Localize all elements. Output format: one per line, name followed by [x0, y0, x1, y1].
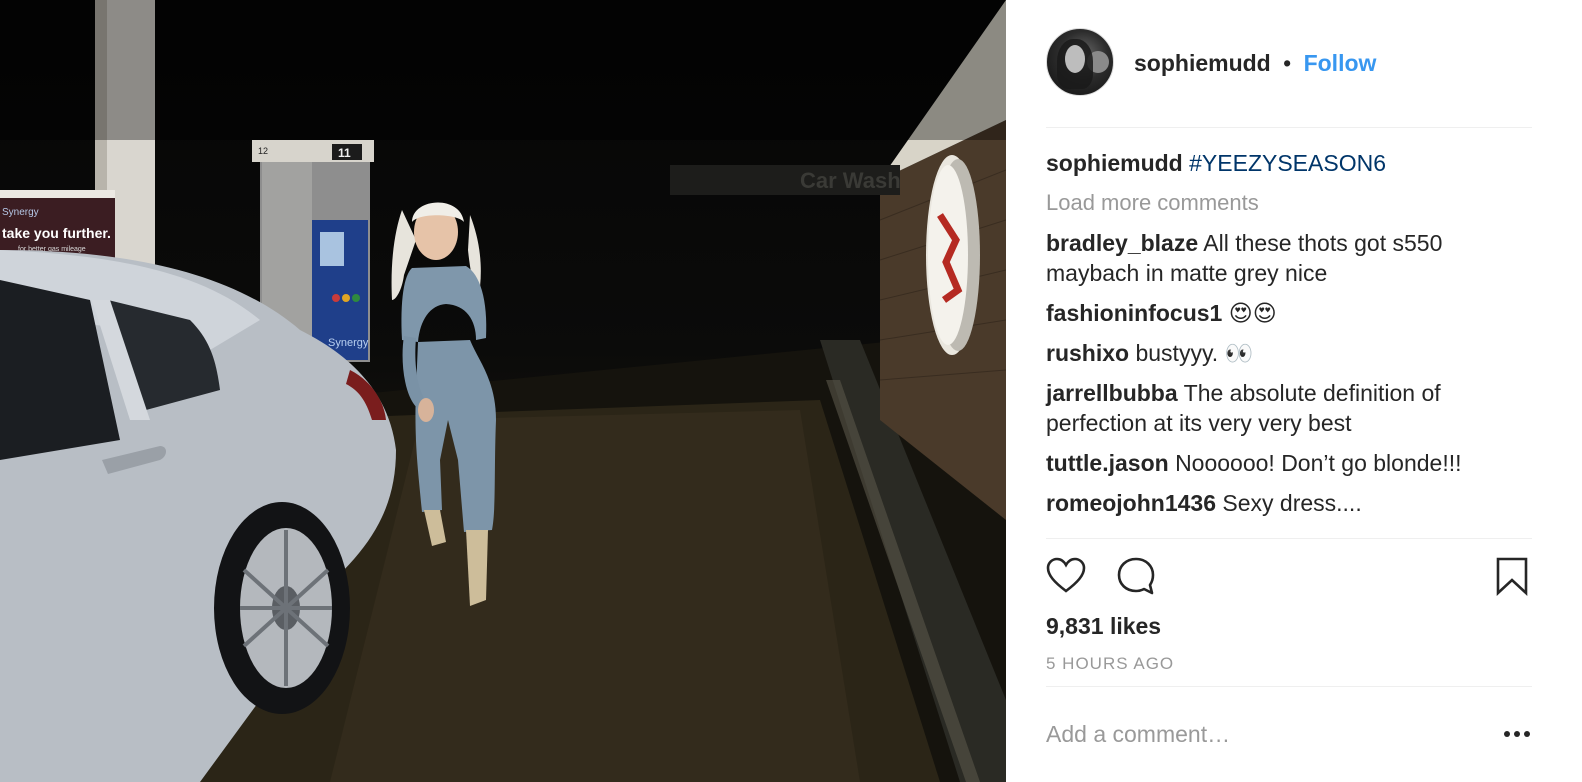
billboard-brand: Synergy — [2, 207, 39, 218]
comment-username[interactable]: fashioninfocus1 — [1046, 300, 1222, 326]
pump-number-left: 12 — [258, 146, 268, 156]
comment-username[interactable]: bradley_blaze — [1046, 230, 1198, 256]
post-side-panel: sophiemudd • Follow sophiemudd #YEEZYSEA… — [1006, 0, 1582, 782]
more-options-icon[interactable] — [1502, 724, 1532, 744]
caption: sophiemudd #YEEZYSEASON6 — [1046, 148, 1532, 178]
comment-text: Sexy dress.... — [1222, 490, 1362, 516]
add-comment-bar — [1046, 712, 1532, 756]
comments-list: sophiemudd #YEEZYSEASON6 Load more comme… — [1046, 148, 1532, 528]
header-separator: • — [1283, 50, 1292, 76]
comment-text: 😍😍 — [1228, 300, 1277, 326]
action-bar — [1046, 556, 1532, 600]
comment-item: jarrellbubba The absolute definition of … — [1046, 378, 1532, 438]
carwash-sign-text: Car Wash — [800, 168, 901, 193]
follow-button[interactable]: Follow — [1304, 50, 1377, 76]
post-timestamp[interactable]: 5 HOURS AGO — [1046, 654, 1174, 674]
comment-username[interactable]: tuttle.jason — [1046, 450, 1169, 476]
comment-username[interactable]: rushixo — [1046, 340, 1129, 366]
comment-text: bustyyy. 👀 — [1135, 340, 1254, 366]
comment-username[interactable]: romeojohn1436 — [1046, 490, 1216, 516]
header-text: sophiemudd • Follow — [1134, 48, 1376, 78]
bookmark-icon[interactable] — [1492, 556, 1532, 596]
comment-item: tuttle.jason Noooooo! Don’t go blonde!!! — [1046, 448, 1532, 478]
photo-scene: Car Wash Synergy take you further. for b… — [0, 0, 1006, 782]
billboard-headline: take you further. — [2, 225, 111, 241]
avatar[interactable] — [1046, 28, 1114, 96]
comment-icon[interactable] — [1116, 556, 1156, 596]
pump-brand: Synergy — [328, 337, 369, 349]
header-username[interactable]: sophiemudd — [1134, 50, 1271, 76]
header-divider — [1046, 127, 1532, 128]
likes-count[interactable]: 9,831 likes — [1046, 611, 1161, 641]
caption-username[interactable]: sophiemudd — [1046, 150, 1183, 176]
post-photo[interactable]: Car Wash Synergy take you further. for b… — [0, 0, 1006, 782]
post-header: sophiemudd • Follow — [1046, 28, 1532, 128]
comment-text: Noooooo! Don’t go blonde!!! — [1175, 450, 1462, 476]
actions-divider — [1046, 686, 1532, 687]
comments-divider — [1046, 538, 1532, 539]
comment-item: fashioninfocus1 😍😍 — [1046, 298, 1532, 328]
comment-item: romeojohn1436 Sexy dress.... — [1046, 488, 1532, 518]
comment-item: rushixo bustyyy. 👀 — [1046, 338, 1532, 368]
load-more-comments-button[interactable]: Load more comments — [1046, 188, 1532, 218]
comment-input[interactable] — [1046, 712, 1466, 756]
comment-username[interactable]: jarrellbubba — [1046, 380, 1178, 406]
avatar-face — [1065, 45, 1085, 73]
comment-item: bradley_blaze All these thots got s550 m… — [1046, 228, 1532, 288]
caption-hashtag[interactable]: #YEEZYSEASON6 — [1189, 150, 1386, 176]
pump-number: 11 — [338, 146, 351, 160]
heart-icon[interactable] — [1046, 556, 1086, 596]
